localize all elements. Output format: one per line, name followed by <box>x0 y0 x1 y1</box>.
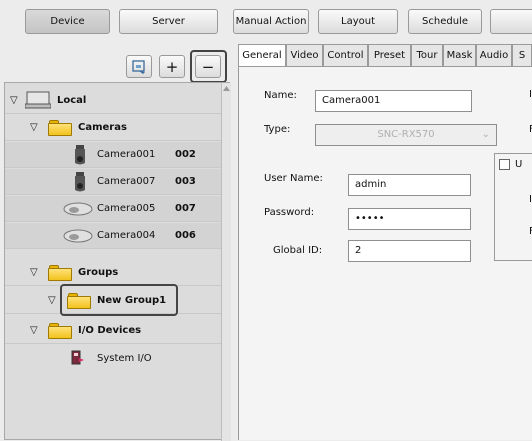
device-button[interactable]: Device <box>25 9 110 34</box>
camera-name: Camera005 <box>97 203 156 214</box>
more-button[interactable] <box>490 9 532 34</box>
tree-item-io-devices[interactable]: ▽ I/O Devices <box>5 318 221 344</box>
camera-name: Camera004 <box>97 230 156 241</box>
tree-label: Groups <box>78 267 119 278</box>
expand-arrow-icon[interactable]: ▽ <box>30 325 38 336</box>
tree-item-camera[interactable]: Camera004 006 <box>5 223 221 249</box>
folder-icon <box>48 120 72 136</box>
camera-icon <box>75 145 85 165</box>
user-name-field[interactable]: admin <box>348 174 471 196</box>
tree-label: I/O Devices <box>78 325 142 336</box>
name-label: Name: <box>264 90 297 101</box>
tab-label: Control <box>327 50 364 61</box>
tab-tour[interactable]: Tour <box>411 44 443 66</box>
option-checkbox[interactable] <box>499 159 510 170</box>
tree-label: Local <box>57 95 87 106</box>
camera-id: 006 <box>175 230 196 241</box>
plus-icon: + <box>165 57 179 76</box>
camera-id: 002 <box>175 149 196 160</box>
camera-id: 003 <box>175 176 196 187</box>
schedule-button[interactable]: Schedule <box>408 9 482 34</box>
tab-control[interactable]: Control <box>323 44 368 66</box>
tab-label: Video <box>290 50 319 61</box>
tree-item-camera[interactable]: Camera001 002 <box>5 142 221 168</box>
tab-label: Audio <box>479 50 509 61</box>
tab-strip: General Video Control Preset Tour Mask A… <box>238 44 532 66</box>
tree-item-camera[interactable]: Camera007 003 <box>5 169 221 195</box>
tree-label: Cameras <box>78 122 127 133</box>
tab-general[interactable]: General <box>238 44 286 66</box>
folder-icon <box>48 323 72 339</box>
cutoff-label: U <box>515 159 523 170</box>
tab-more[interactable]: S <box>512 44 532 66</box>
tab-audio[interactable]: Audio <box>476 44 512 66</box>
expand-arrow-icon[interactable]: ▽ <box>30 122 38 133</box>
camera-id: 007 <box>175 203 196 214</box>
expand-arrow-icon[interactable]: ▽ <box>30 267 38 278</box>
folder-icon <box>48 265 72 281</box>
general-form: Name: Camera001 Type: SNC-RX570 ⌄ User N… <box>238 66 532 440</box>
schedule-label: Schedule <box>422 16 468 27</box>
device-button-label: Device <box>50 16 85 27</box>
layout-label: Layout <box>341 16 375 27</box>
tab-label: General <box>242 50 282 61</box>
tree-item-groups[interactable]: ▽ Groups <box>5 260 221 286</box>
tab-video[interactable]: Video <box>286 44 323 66</box>
tree-item-system-io[interactable]: System I/O <box>5 345 221 371</box>
user-name-label: User Name: <box>264 173 323 184</box>
password-field[interactable]: ••••• <box>348 208 471 230</box>
manual-action-label: Manual Action <box>235 16 307 27</box>
tree-item-cameras[interactable]: ▽ Cameras <box>5 115 221 141</box>
new-group-highlight <box>60 284 178 316</box>
tab-label: Tour <box>416 50 438 61</box>
remove-button-highlight <box>190 50 227 83</box>
camera-name: Camera001 <box>97 149 156 160</box>
type-select[interactable]: SNC-RX570 ⌄ <box>315 124 497 146</box>
tree-scrollbar[interactable] <box>221 83 231 441</box>
camera-name: Camera007 <box>97 176 156 187</box>
computer-icon <box>25 91 51 109</box>
global-id-label: Global ID: <box>273 245 323 256</box>
io-device-icon <box>71 350 84 365</box>
camera-search-icon <box>132 59 145 74</box>
type-label: Type: <box>264 124 291 135</box>
camera-icon <box>75 172 85 192</box>
chevron-down-icon: ⌄ <box>481 129 490 140</box>
options-groupbox: U I F <box>494 153 532 261</box>
scroll-up-icon[interactable] <box>223 85 230 93</box>
server-button-label: Server <box>152 16 185 27</box>
top-toolbar: Device Server Manual Action Layout Sched… <box>0 0 532 42</box>
camera-search-button[interactable] <box>126 55 152 78</box>
manual-action-button[interactable]: Manual Action <box>233 9 309 34</box>
tab-preset[interactable]: Preset <box>368 44 411 66</box>
dome-camera-icon <box>63 229 93 243</box>
name-field[interactable]: Camera001 <box>315 90 472 112</box>
global-id-field[interactable]: 2 <box>348 240 471 262</box>
tab-label: Mask <box>446 50 473 61</box>
tab-label: S <box>518 50 526 61</box>
tree-label: System I/O <box>97 352 152 364</box>
dome-camera-icon <box>63 202 93 216</box>
server-button[interactable]: Server <box>119 9 218 34</box>
expand-arrow-icon[interactable]: ▽ <box>10 95 18 106</box>
expand-arrow-icon[interactable]: ▽ <box>48 295 56 306</box>
tree-item-camera[interactable]: Camera005 007 <box>5 196 221 222</box>
layout-button[interactable]: Layout <box>318 9 398 34</box>
password-label: Password: <box>264 207 315 218</box>
tree-item-local[interactable]: ▽ Local <box>5 88 221 114</box>
type-value: SNC-RX570 <box>377 129 435 140</box>
add-button[interactable]: + <box>159 55 185 78</box>
tab-mask[interactable]: Mask <box>443 44 476 66</box>
tab-label: Preset <box>373 50 406 61</box>
device-tree: ▽ Local ▽ Cameras Camera001 002 Camera00… <box>4 82 231 441</box>
